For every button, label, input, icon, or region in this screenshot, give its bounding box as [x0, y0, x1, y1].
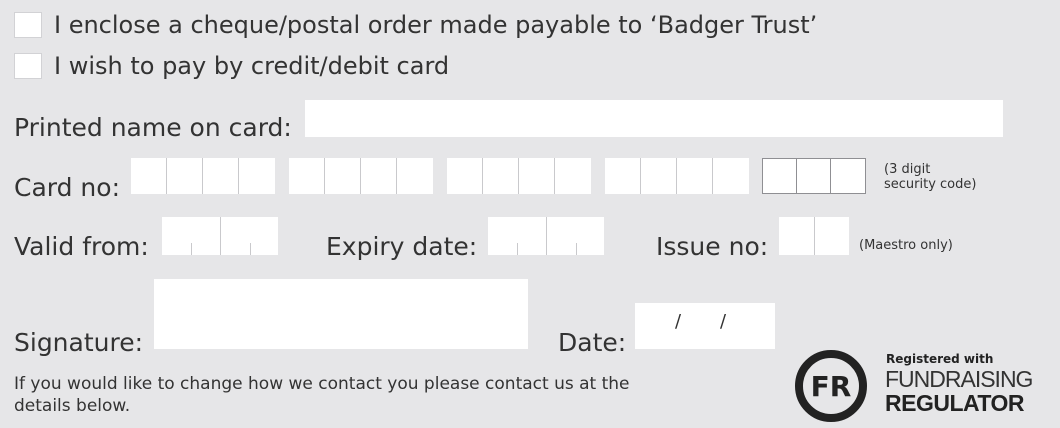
name-on-card-field[interactable] — [305, 100, 1003, 137]
fr-logo-icon: FR — [795, 350, 867, 422]
signature-label: Signature: — [14, 328, 144, 357]
date-label: Date: — [558, 328, 627, 357]
card-checkbox[interactable] — [14, 53, 42, 79]
card-no-group-1[interactable] — [131, 158, 275, 194]
card-no-group-3[interactable] — [447, 158, 591, 194]
svg-text:FR: FR — [811, 370, 852, 403]
issue-no-label: Issue no: — [656, 232, 769, 261]
cheque-option-label: I enclose a cheque/postal order made pay… — [54, 11, 818, 39]
name-on-card-label: Printed name on card: — [14, 113, 292, 142]
valid-from-field[interactable] — [162, 217, 278, 255]
maestro-note: (Maestro only) — [859, 238, 953, 253]
security-code-note-line1: (3 digit — [884, 162, 931, 177]
contact-note: If you would like to change how we conta… — [14, 374, 630, 416]
valid-from-label: Valid from: — [14, 232, 149, 261]
security-code-field[interactable] — [762, 158, 866, 194]
signature-field[interactable] — [154, 279, 528, 349]
card-no-group-4[interactable] — [605, 158, 749, 194]
date-separator-1: / — [675, 311, 682, 332]
card-option-label: I wish to pay by credit/debit card — [54, 52, 450, 80]
date-field[interactable]: / / — [635, 303, 775, 349]
issue-no-field[interactable] — [779, 217, 849, 255]
security-code-note-line2: security code) — [884, 177, 977, 192]
date-separator-2: / — [720, 311, 727, 332]
cheque-checkbox[interactable] — [14, 12, 42, 38]
card-no-label: Card no: — [14, 173, 120, 202]
fundraising-regulator-badge: FR Registered with FUNDRAISING REGULATOR — [791, 345, 1053, 425]
expiry-date-field[interactable] — [488, 217, 604, 255]
regulator-text: REGULATOR — [885, 390, 1025, 416]
registered-with-text: Registered with — [886, 352, 994, 366]
fundraising-text: FUNDRAISING — [885, 366, 1033, 392]
card-no-group-2[interactable] — [289, 158, 433, 194]
expiry-date-label: Expiry date: — [326, 232, 478, 261]
